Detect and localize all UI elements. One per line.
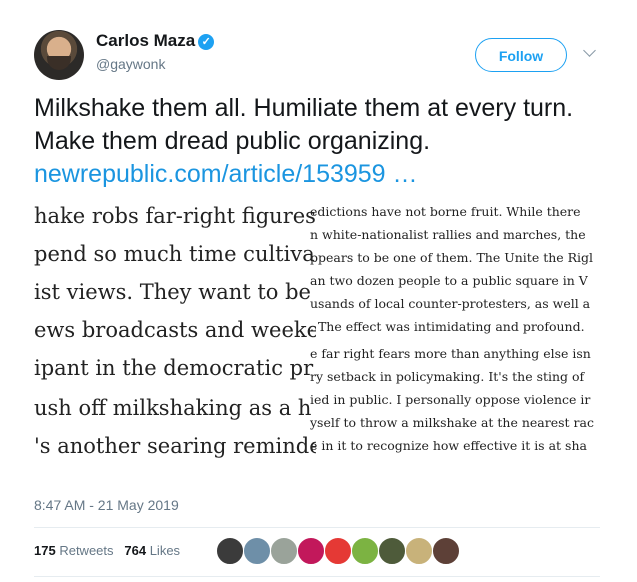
photo-small-line: ppears to be one of them. The Unite the … — [310, 250, 594, 265]
tweet-timestamp[interactable]: 8:47 AM - 21 May 2019 — [34, 497, 179, 513]
photo-small-line: ry setback in policymaking. It's the sti… — [310, 369, 585, 384]
photo-large-line: pend so much time cultiva — [34, 242, 315, 266]
tweet-card: Carlos Maza ✓ @gaywonk Follow Milkshake t… — [0, 0, 637, 582]
photo-large-text: hake robs far-right figures pend so much … — [34, 196, 316, 476]
liker-avatar-icon[interactable] — [432, 537, 460, 565]
author-name[interactable]: Carlos Maza — [96, 31, 195, 50]
photo-large-line: ews broadcasts and weeke — [34, 318, 316, 342]
divider — [34, 527, 600, 528]
photo-small-line: an two dozen people to a public square i… — [310, 273, 588, 288]
photo-small-line: yself to throw a milkshake at the neares… — [310, 415, 594, 430]
tweet-text: Milkshake them all. Humiliate them at ev… — [34, 92, 614, 191]
photo-small-line: n white-nationalist rallies and marches,… — [310, 227, 586, 242]
retweets-label: Retweets — [59, 543, 114, 558]
photo-small-line: . The effect was intimidating and profou… — [310, 319, 585, 334]
liker-avatar-icon[interactable] — [216, 537, 244, 565]
photo-large-line: hake robs far-right figures — [34, 204, 316, 228]
divider — [34, 576, 600, 577]
avatar-detail — [47, 56, 71, 70]
retweets-stat[interactable]: 175 Retweets — [34, 543, 114, 558]
liker-avatar-icon[interactable] — [324, 537, 352, 565]
photo-small-line: ied in public. I personally oppose viole… — [310, 392, 591, 407]
liker-avatar-icon[interactable] — [270, 537, 298, 565]
likes-stat[interactable]: 764 Likes — [124, 543, 180, 558]
author-handle[interactable]: @gaywonk — [96, 56, 165, 72]
photo-large-line: ist views. They want to be — [34, 280, 311, 304]
tweet-link[interactable]: newrepublic.com/article/153959 … — [34, 160, 418, 188]
likes-count: 764 — [124, 543, 147, 558]
photo-small-line: edictions have not borne fruit. While th… — [310, 204, 581, 219]
photo-large-line: ipant in the democratic pr — [34, 356, 314, 380]
photo-large-line: 's another searing reminde — [34, 434, 316, 458]
chevron-down-icon[interactable] — [583, 44, 596, 57]
liker-avatar-icon[interactable] — [405, 537, 433, 565]
photo-small-line: usands of local counter-protesters, as w… — [310, 296, 591, 311]
follow-button[interactable]: Follow — [475, 38, 567, 72]
photo-small-line: e far right fears more than anything els… — [310, 346, 591, 361]
photo-small-line: e in it to recognize how effective it is… — [310, 438, 587, 453]
retweets-count: 175 — [34, 543, 56, 558]
author-avatar[interactable] — [34, 30, 84, 80]
likes-label: Likes — [149, 543, 181, 558]
liker-avatar-icon[interactable] — [351, 537, 379, 565]
tweet-body: Milkshake them all. Humiliate them at ev… — [34, 94, 574, 155]
verified-badge-icon: ✓ — [198, 34, 215, 50]
photo-large-line: ush off milkshaking as a h — [34, 396, 312, 420]
liker-avatar-icon[interactable] — [378, 537, 406, 565]
author-name-row[interactable]: Carlos Maza ✓ — [96, 31, 215, 51]
liker-avatar-icon[interactable] — [243, 537, 271, 565]
tweet-photo[interactable]: hake robs far-right figures pend so much … — [34, 196, 600, 476]
liker-avatar-icon[interactable] — [297, 537, 325, 565]
engagement-stats: 175 Retweets 764 Likes — [34, 543, 180, 558]
